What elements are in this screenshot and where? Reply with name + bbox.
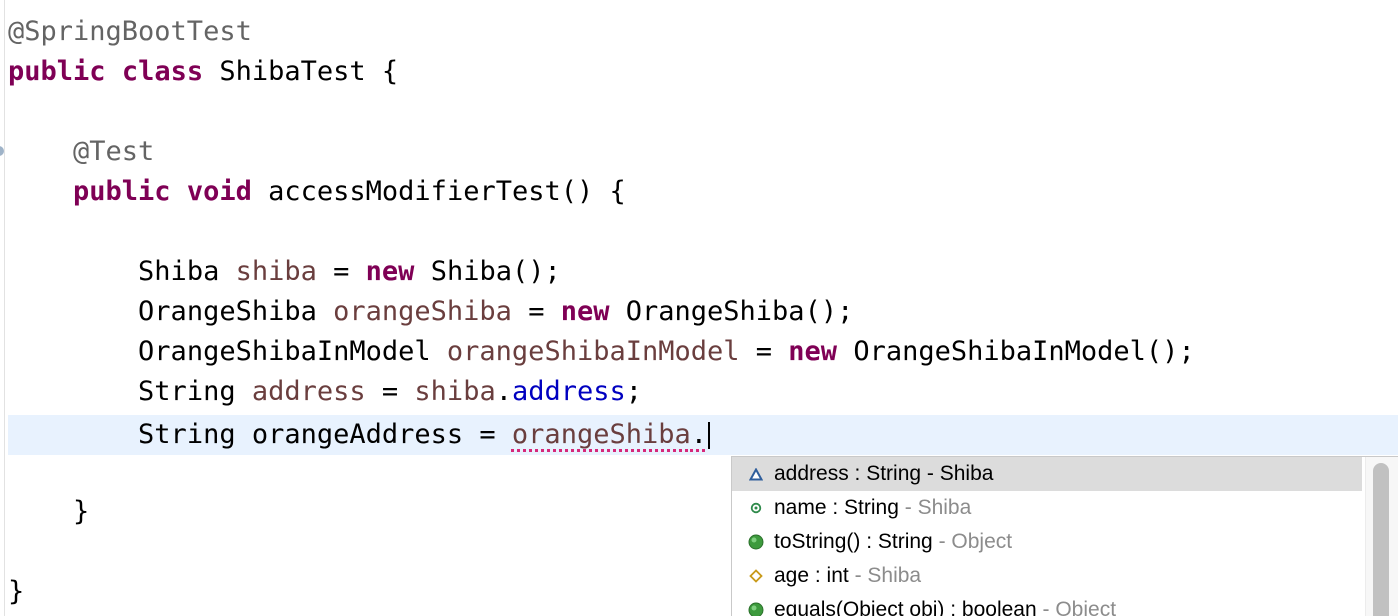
keyword-public: public	[73, 176, 171, 207]
protected-field-icon	[746, 457, 766, 491]
completion-qualifier: - Shiba	[898, 496, 972, 519]
code-line-9: OrangeShibaInModel orangeShibaInModel = …	[8, 332, 1195, 372]
completion-qualifier: - Object	[932, 530, 1013, 553]
type-name: String	[138, 376, 252, 407]
keyword-public: public	[8, 56, 106, 87]
keyword-new: new	[788, 336, 838, 367]
completion-qualifier: - Object	[1036, 598, 1117, 616]
code-line-2: public class ShibaTest {	[8, 52, 398, 92]
keyword-class: class	[121, 56, 204, 87]
local-variable: orangeShibaInModel	[446, 336, 740, 367]
completion-item[interactable]: equals(Object obj) : boolean - Object	[732, 593, 1362, 616]
constructor-call: Shiba();	[414, 256, 561, 287]
code-line-8: OrangeShiba orangeShiba = new OrangeShib…	[8, 292, 853, 332]
code-line-5: public void accessModifierTest() {	[8, 172, 626, 212]
member-dot: .	[495, 376, 512, 407]
type-name: Shiba	[138, 256, 236, 287]
completion-label: address : String	[774, 462, 922, 485]
assign-operator: =	[739, 336, 789, 367]
code-line-11[interactable]: String orangeAddress = orangeShiba.	[8, 415, 710, 455]
completion-item[interactable]: address : String - Shiba	[732, 457, 1362, 491]
code-line-10: String address = shiba.address;	[8, 372, 642, 412]
keyword-new: new	[365, 256, 415, 287]
semicolon: ;	[625, 376, 643, 407]
local-variable: orangeShiba	[333, 296, 512, 327]
completion-item[interactable]: age : int - Shiba	[732, 559, 1362, 593]
closing-brace: }	[73, 496, 90, 527]
text-caret	[708, 422, 710, 449]
default-field-icon	[746, 559, 766, 593]
local-variable: shiba	[235, 256, 317, 287]
content-assist-popup[interactable]: address : String - Shiba name : String -…	[731, 456, 1398, 616]
constructor-call: OrangeShiba();	[609, 296, 854, 327]
code-line-1: @SpringBootTest	[8, 12, 252, 52]
completion-label: equals(Object obj) : boolean	[774, 598, 1037, 616]
annotation-test: @Test	[73, 136, 155, 167]
assign-operator: =	[365, 376, 415, 407]
code-line-15: }	[8, 572, 24, 612]
constructor-call: OrangeShibaInModel();	[837, 336, 1195, 367]
keyword-new: new	[560, 296, 610, 327]
type-name: OrangeShiba	[138, 296, 334, 327]
editor-left-border	[4, 0, 5, 616]
public-method-icon	[746, 593, 766, 616]
private-field-icon	[746, 491, 766, 525]
keyword-void: void	[186, 176, 252, 207]
completion-item[interactable]: toString() : String - Object	[732, 525, 1362, 559]
error-object-reference: orangeShiba	[511, 419, 691, 450]
class-declaration: ShibaTest {	[203, 56, 399, 87]
code-line-4: @Test	[8, 132, 154, 172]
assign-operator: =	[511, 296, 561, 327]
completion-label: age : int	[774, 564, 849, 587]
completion-qualifier: - Shiba	[921, 462, 994, 485]
type-name: OrangeShibaInModel	[138, 336, 447, 367]
member-dot: .	[690, 419, 707, 450]
object-reference: shiba	[414, 376, 496, 407]
code-line-13: }	[8, 492, 89, 532]
annotation-springboottest: @SpringBootTest	[8, 16, 252, 47]
code-line-7: Shiba shiba = new Shiba();	[8, 252, 561, 292]
method-declaration: accessModifierTest() {	[251, 176, 626, 207]
public-method-icon	[746, 525, 766, 559]
local-variable: address	[251, 376, 366, 407]
closing-brace: }	[8, 576, 25, 607]
popup-scrollbar[interactable]	[1365, 457, 1398, 616]
completion-label: toString() : String	[774, 530, 933, 553]
scrollbar-thumb[interactable]	[1373, 463, 1389, 616]
completion-label: name : String	[774, 496, 899, 519]
assign-operator: =	[316, 256, 366, 287]
field-access: address	[511, 376, 626, 407]
declaration-prefix: String orangeAddress =	[138, 419, 512, 450]
completion-item[interactable]: name : String - Shiba	[732, 491, 1362, 525]
completion-qualifier: - Shiba	[848, 564, 922, 587]
